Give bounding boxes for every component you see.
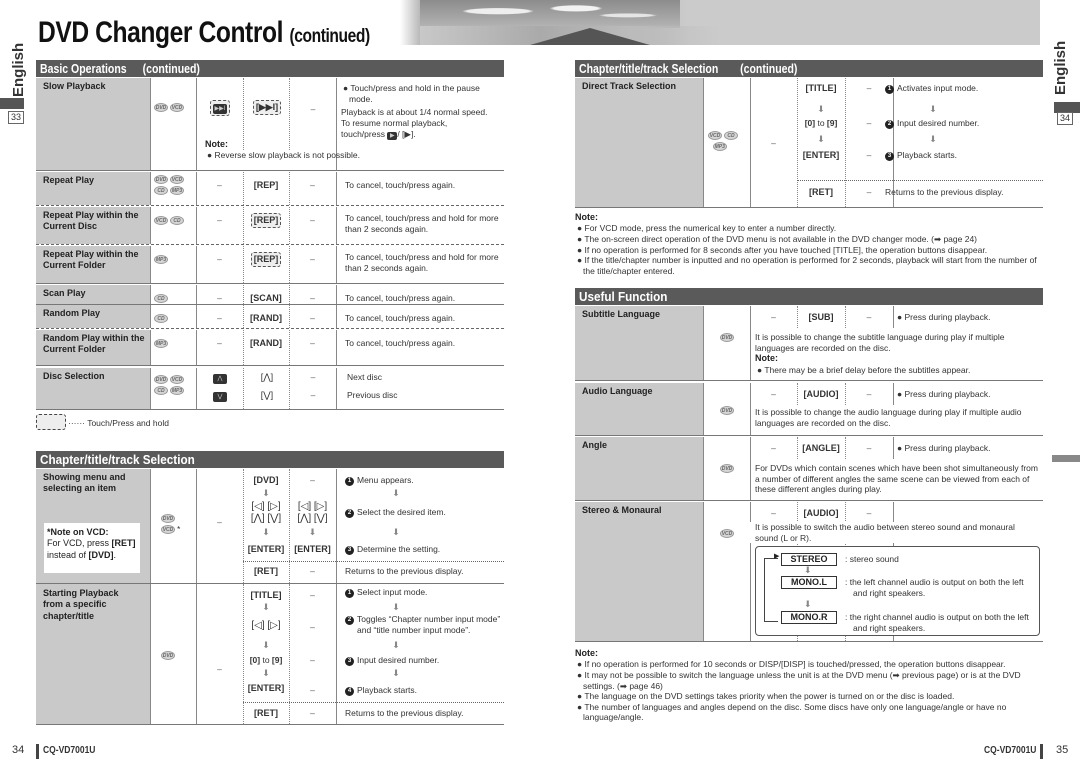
disc-icon-cd: CD	[154, 185, 168, 195]
note-item: ● The language on the DVD settings takes…	[577, 691, 955, 702]
key-label: [SCAN]	[250, 293, 282, 303]
note-item: ● If no operation is performed for 10 se…	[577, 659, 1006, 670]
key-label: [REP]	[243, 213, 289, 229]
disc-icons: DVD VCD CD MP3	[154, 375, 184, 395]
note-item: ● The number of languages and angles dep…	[577, 701, 1007, 723]
row-showing-menu: Showing menu and selecting an item *Note…	[36, 469, 504, 584]
disc-icons: DVD VCD *	[161, 514, 181, 534]
touch-slow-button[interactable]: ▶▶I	[201, 100, 239, 116]
table-row: Random Play within the Current Folder MP…	[36, 330, 504, 366]
language-tab-right: English	[1052, 40, 1069, 95]
row-starting-playback: Starting Playback from a specific chapte…	[36, 584, 504, 725]
table-row: Repeat Play within the Current Folder MP…	[36, 246, 504, 284]
disc-icons: DVD VCD	[154, 103, 184, 113]
disc-icons: DVD	[161, 651, 175, 661]
row-audio-language: Audio Language DVD – [AUDIO] – ● Press d…	[575, 383, 1043, 436]
section-useful-function: Useful Function	[575, 288, 1043, 305]
note-item: ● For VCD mode, press the numerical key …	[577, 223, 837, 234]
disc-icon-mp3: MP3	[170, 185, 184, 195]
row-angle: Angle DVD – [ANGLE] – ● Press during pla…	[575, 437, 1043, 501]
key-slow: [▶▶I]	[246, 100, 288, 116]
side-page-right: 34	[1057, 112, 1073, 125]
note-item: ● If the title/chapter number is inputte…	[577, 255, 1037, 276]
table-row: Random Play CD – [RAND] – To cancel, tou…	[36, 305, 504, 329]
header-banner-image	[400, 0, 1040, 45]
disc-icon-mp3: MP3	[154, 255, 168, 265]
row-label: Scan Play	[36, 285, 150, 304]
row-label: Random Play within the Current Folder	[36, 330, 150, 365]
row-slow-playback: Slow Playback DVD VCD ▶▶I [▶▶I] – ● Touch…	[36, 78, 504, 171]
disc-icons: MP3	[154, 338, 198, 349]
audio-mode-cycle: ▶ STEREO : stereo sound ⬇ MONO.L : the l…	[755, 546, 1040, 636]
disc-icons: MP3	[154, 254, 198, 265]
disc-icon-cd: CD	[170, 216, 184, 226]
disc-icon-vcd: VCD	[154, 216, 168, 226]
table-row: Repeat Play within the Current Disc VCD C…	[36, 207, 504, 245]
table-row: Scan Play CD – [SCAN] – To cancel, touch…	[36, 285, 504, 305]
section-basic-operations: Basic Operations (continued)	[36, 60, 504, 77]
disc-icon-vcd: VCD	[170, 175, 184, 185]
row-label: Repeat Play within the Current Folder	[36, 246, 150, 283]
side-marker-left	[0, 98, 24, 109]
disc-icons: CD	[154, 313, 198, 324]
note-item: ● It may not be possible to switch the l…	[577, 669, 1021, 691]
disc-icon-cd: CD	[154, 294, 168, 304]
page-title: DVD Changer Control (continued)	[38, 16, 370, 49]
row-label: Random Play	[36, 305, 150, 328]
row-label: Slow Playback	[36, 78, 150, 170]
side-page-left: 33	[8, 111, 24, 124]
note-item: ● If no operation is performed for 8 sec…	[577, 244, 988, 255]
side-marker-gray	[1052, 455, 1080, 462]
key-label: [RAND]	[250, 313, 282, 323]
chapter-notes: Note: ● For VCD mode, press the numerica…	[575, 212, 1045, 276]
disc-icons: CD	[154, 293, 198, 304]
key-label: [REP]	[243, 252, 289, 268]
disc-icon-mp3: MP3	[154, 339, 168, 349]
row-subtitle-language: Subtitle Language DVD – [SUB] – ● Press …	[575, 306, 1043, 381]
section-chapter-continued: Chapter/title/track Selection (continued…	[575, 60, 1043, 77]
vcd-note-box: *Note on VCD: For VCD, press [RET] inste…	[44, 523, 140, 573]
page-number-right: 35	[1056, 744, 1069, 756]
disc-icons: DVD VCD CD MP3	[154, 174, 198, 195]
model-left: CQ-VD7001U	[43, 745, 96, 756]
disc-icons: VCD CD MP3	[708, 130, 748, 151]
model-right: CQ-VD7001U	[984, 745, 1037, 756]
key-label: [RAND]	[250, 338, 282, 348]
disc-icons: VCD CD	[154, 215, 198, 226]
slow-desc: ● Touch/press and hold in the pause mode…	[341, 83, 488, 140]
row-label: Repeat Play within the Current Disc	[36, 207, 150, 244]
note-item: ● The on-screen direct operation of the …	[577, 233, 978, 244]
row-direct-track: Direct Track Selection VCD CD MP3 – [TITL…	[575, 78, 1043, 208]
page-number-left: 34	[12, 744, 25, 756]
legend-hold-box	[36, 414, 66, 430]
disc-icon-dvd: DVD	[154, 175, 168, 185]
disc-icon-cd: CD	[154, 314, 168, 324]
section-chapter-selection: Chapter/title/track Selection	[36, 451, 504, 468]
disc-down-button[interactable]: ⋁	[206, 390, 234, 402]
legend-text: ······ Touch/Press and hold	[68, 418, 169, 428]
row-stereo-monaural: Stereo & Monaural VCD – [AUDIO] – It is …	[575, 502, 1043, 642]
table-row: Repeat Play DVD VCD CD MP3 – [REP] – To can…	[36, 172, 504, 206]
disc-up-button[interactable]: ⋀	[206, 372, 234, 384]
language-tab-left: English	[10, 42, 27, 97]
key-label: [REP]	[253, 180, 279, 190]
row-label: Repeat Play	[36, 172, 150, 205]
row-disc-selection: Disc Selection DVD VCD CD MP3 ⋀ ⋁ [⋀] [⋁] –…	[36, 368, 504, 410]
slow-note: Note: ● Reverse slow playback is not pos…	[205, 139, 361, 161]
useful-notes: Note: ● If no operation is performed for…	[575, 648, 1045, 723]
